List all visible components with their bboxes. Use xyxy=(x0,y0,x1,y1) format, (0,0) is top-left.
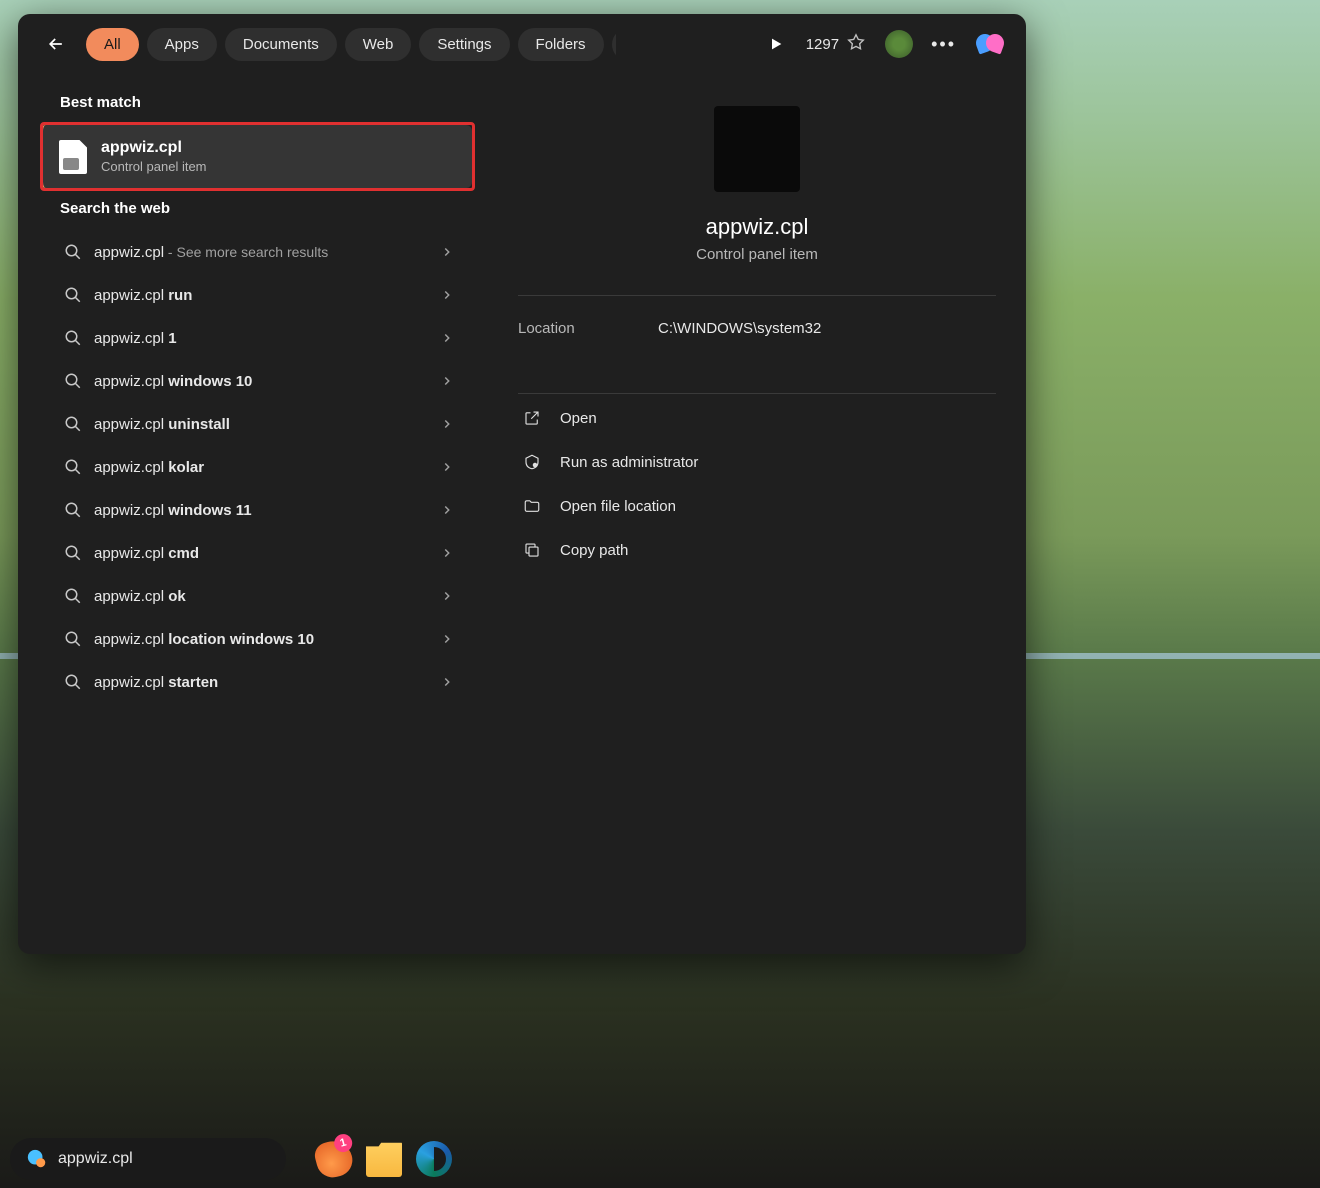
open-icon xyxy=(522,408,542,428)
best-match-result[interactable]: appwiz.cpl Control panel item xyxy=(40,125,472,188)
action-label: Copy path xyxy=(560,542,628,559)
more-options-button[interactable]: ••• xyxy=(931,34,956,55)
web-result-text: appwiz.cpl - See more search results xyxy=(94,244,426,261)
copy-path-icon xyxy=(522,540,542,560)
open-location-icon xyxy=(522,496,542,516)
search-icon xyxy=(26,1148,48,1170)
rewards-icon xyxy=(845,33,867,55)
action-copy-path[interactable]: Copy path xyxy=(518,530,996,570)
chevron-right-icon xyxy=(440,417,456,433)
search-window: All Apps Documents Web Settings Folders … xyxy=(18,14,1026,954)
location-row: Location C:\WINDOWS\system32 xyxy=(518,296,996,361)
file-explorer-icon[interactable] xyxy=(366,1141,402,1177)
web-result-text: appwiz.cpl cmd xyxy=(94,545,426,562)
action-open[interactable]: Open xyxy=(518,398,996,438)
notification-badge: 1 xyxy=(332,1132,354,1154)
search-icon xyxy=(64,458,84,478)
search-icon xyxy=(64,372,84,392)
web-result-item[interactable]: appwiz.cpl 1 xyxy=(18,317,480,360)
points-value: 1297 xyxy=(806,36,839,53)
best-match-heading: Best match xyxy=(18,82,480,125)
chevron-right-icon xyxy=(440,374,456,390)
back-button[interactable] xyxy=(38,26,74,62)
web-result-item[interactable]: appwiz.cpl kolar xyxy=(18,446,480,489)
chevron-right-icon xyxy=(440,503,456,519)
action-label: Open file location xyxy=(560,498,676,515)
search-icon xyxy=(64,415,84,435)
chevron-right-icon xyxy=(440,460,456,476)
tab-web[interactable]: Web xyxy=(345,28,412,61)
taskbar-search-box[interactable] xyxy=(10,1138,286,1180)
edge-browser-icon[interactable] xyxy=(416,1141,452,1177)
web-result-text: appwiz.cpl run xyxy=(94,287,426,304)
location-label: Location xyxy=(518,320,658,337)
search-icon xyxy=(64,630,84,650)
web-result-text: appwiz.cpl 1 xyxy=(94,330,426,347)
web-result-text: appwiz.cpl windows 11 xyxy=(94,502,426,519)
web-result-item[interactable]: appwiz.cpl uninstall xyxy=(18,403,480,446)
web-result-item[interactable]: appwiz.cpl windows 11 xyxy=(18,489,480,532)
web-result-text: appwiz.cpl kolar xyxy=(94,459,426,476)
web-result-item[interactable]: appwiz.cpl starten xyxy=(18,661,480,704)
search-icon xyxy=(64,544,84,564)
chevron-right-icon xyxy=(440,589,456,605)
web-result-item[interactable]: appwiz.cpl - See more search results xyxy=(18,231,480,274)
search-icon xyxy=(64,587,84,607)
chevron-right-icon xyxy=(440,331,456,347)
chevron-right-icon xyxy=(440,632,456,648)
best-match-title: appwiz.cpl xyxy=(101,139,207,157)
control-panel-item-icon xyxy=(59,140,87,174)
action-label: Open xyxy=(560,410,597,427)
tab-more[interactable]: P xyxy=(612,28,616,61)
taskbar: 1 xyxy=(0,1130,1320,1188)
web-result-item[interactable]: appwiz.cpl ok xyxy=(18,575,480,618)
user-avatar[interactable] xyxy=(885,30,913,58)
chevron-right-icon xyxy=(440,245,456,261)
web-result-text: appwiz.cpl location windows 10 xyxy=(94,631,426,648)
run-admin-icon xyxy=(522,452,542,472)
tab-apps[interactable]: Apps xyxy=(147,28,217,61)
search-icon xyxy=(64,329,84,349)
rewards-points[interactable]: 1297 xyxy=(806,33,867,55)
chevron-right-icon xyxy=(440,546,456,562)
web-result-text: appwiz.cpl starten xyxy=(94,674,426,691)
search-web-heading: Search the web xyxy=(18,188,480,231)
tab-documents[interactable]: Documents xyxy=(225,28,337,61)
web-result-item[interactable]: appwiz.cpl location windows 10 xyxy=(18,618,480,661)
chevron-right-icon xyxy=(440,288,456,304)
web-result-text: appwiz.cpl ok xyxy=(94,588,426,605)
play-icon[interactable] xyxy=(764,32,788,56)
search-icon xyxy=(64,501,84,521)
filter-tabs: All Apps Documents Web Settings Folders … xyxy=(86,28,616,61)
tab-folders[interactable]: Folders xyxy=(518,28,604,61)
preview-subtitle: Control panel item xyxy=(696,246,818,263)
web-result-item[interactable]: appwiz.cpl cmd xyxy=(18,532,480,575)
results-pane: Best match appwiz.cpl Control panel item… xyxy=(18,72,488,954)
tab-settings[interactable]: Settings xyxy=(419,28,509,61)
preview-app-icon xyxy=(714,106,800,192)
web-result-text: appwiz.cpl uninstall xyxy=(94,416,426,433)
search-icon xyxy=(64,243,84,263)
web-result-item[interactable]: appwiz.cpl run xyxy=(18,274,480,317)
action-label: Run as administrator xyxy=(560,454,698,471)
web-result-text: appwiz.cpl windows 10 xyxy=(94,373,426,390)
copilot-icon[interactable] xyxy=(974,28,1006,60)
action-open-location[interactable]: Open file location xyxy=(518,486,996,526)
taskbar-search-input[interactable] xyxy=(58,1150,270,1168)
search-header: All Apps Documents Web Settings Folders … xyxy=(18,14,1026,72)
location-value: C:\WINDOWS\system32 xyxy=(658,320,821,337)
divider xyxy=(518,393,996,394)
taskbar-app-icon[interactable]: 1 xyxy=(312,1137,356,1181)
chevron-right-icon xyxy=(440,675,456,691)
action-run-admin[interactable]: Run as administrator xyxy=(518,442,996,482)
search-icon xyxy=(64,286,84,306)
preview-title: appwiz.cpl xyxy=(706,214,809,240)
best-match-subtitle: Control panel item xyxy=(101,159,207,174)
tab-all[interactable]: All xyxy=(86,28,139,61)
preview-pane: appwiz.cpl Control panel item Location C… xyxy=(488,72,1026,954)
web-result-item[interactable]: appwiz.cpl windows 10 xyxy=(18,360,480,403)
search-icon xyxy=(64,673,84,693)
